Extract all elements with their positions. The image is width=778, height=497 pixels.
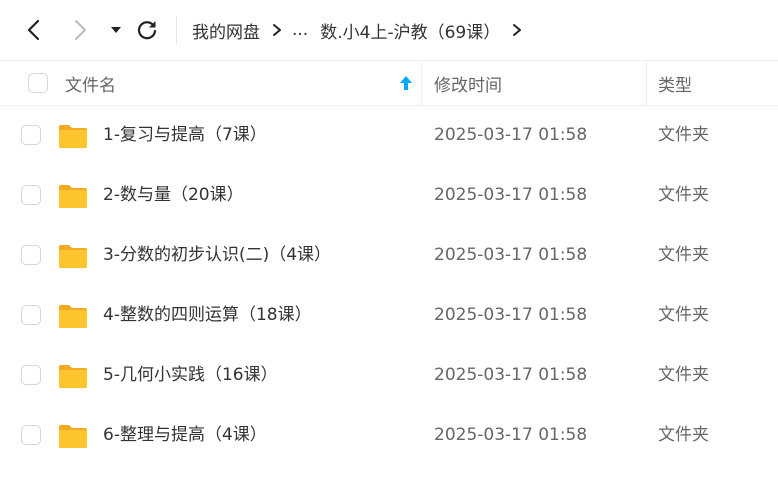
- file-name[interactable]: 2-数与量（20课）: [103, 166, 244, 224]
- column-header-type[interactable]: 类型: [658, 61, 692, 105]
- file-name[interactable]: 3-分数的初步认识(二)（4课）: [103, 226, 331, 284]
- list-header: 文件名 修改时间 类型: [0, 60, 778, 106]
- file-name[interactable]: 6-整理与提高（4课）: [103, 406, 267, 464]
- row-checkbox[interactable]: [21, 365, 41, 385]
- breadcrumb-ellipsis[interactable]: ...: [292, 20, 308, 40]
- list-item[interactable]: 2-数与量（20课） 2025-03-17 01:58 文件夹: [0, 166, 778, 226]
- list-item[interactable]: 5-几何小实践（16课） 2025-03-17 01:58 文件夹: [0, 346, 778, 406]
- refresh-button[interactable]: [132, 16, 162, 44]
- row-checkbox[interactable]: [21, 125, 41, 145]
- file-type: 文件夹: [658, 125, 709, 145]
- row-checkbox[interactable]: [21, 185, 41, 205]
- list-item[interactable]: 4-整数的四则运算（18课） 2025-03-17 01:58 文件夹: [0, 286, 778, 346]
- breadcrumb: 我的网盘 ... 数.小4上-沪教（69课）: [192, 16, 532, 44]
- folder-icon: [59, 245, 87, 268]
- column-header-name[interactable]: 文件名: [65, 61, 116, 105]
- sort-up-arrow-icon[interactable]: [398, 74, 414, 92]
- file-browser: 我的网盘 ... 数.小4上-沪教（69课） 文件名 修改时间 类型 1-复习与…: [0, 0, 778, 497]
- file-type: 文件夹: [658, 425, 709, 445]
- file-type: 文件夹: [658, 305, 709, 325]
- forward-button[interactable]: [68, 16, 92, 44]
- file-modified: 2025-03-17 01:58: [434, 425, 588, 445]
- breadcrumb-more-icon[interactable]: [512, 23, 522, 37]
- breadcrumb-root[interactable]: 我的网盘: [192, 18, 260, 43]
- select-all-checkbox[interactable]: [28, 73, 48, 93]
- chevron-left-icon: [27, 19, 40, 41]
- column-header-modified[interactable]: 修改时间: [434, 61, 502, 105]
- breadcrumb-separator-icon: [272, 23, 282, 37]
- list-item[interactable]: 3-分数的初步认识(二)（4课） 2025-03-17 01:58 文件夹: [0, 226, 778, 286]
- file-modified: 2025-03-17 01:58: [434, 185, 588, 205]
- folder-icon: [59, 425, 87, 448]
- file-name[interactable]: 5-几何小实践（16课）: [103, 346, 278, 404]
- back-button[interactable]: [22, 16, 46, 44]
- row-checkbox[interactable]: [21, 425, 41, 445]
- file-list: 1-复习与提高（7课） 2025-03-17 01:58 文件夹 2-数与量（2…: [0, 106, 778, 466]
- refresh-icon: [137, 21, 157, 40]
- list-item[interactable]: 1-复习与提高（7课） 2025-03-17 01:58 文件夹: [0, 106, 778, 166]
- row-checkbox[interactable]: [21, 305, 41, 325]
- file-name[interactable]: 4-整数的四则运算（18课）: [103, 286, 312, 344]
- file-name[interactable]: 1-复习与提高（7课）: [103, 106, 267, 164]
- row-checkbox[interactable]: [21, 245, 41, 265]
- column-divider[interactable]: [421, 61, 422, 105]
- folder-icon: [59, 305, 87, 328]
- list-item[interactable]: 6-整理与提高（4课） 2025-03-17 01:58 文件夹: [0, 406, 778, 466]
- caret-down-icon: [111, 27, 121, 33]
- file-modified: 2025-03-17 01:58: [434, 365, 588, 385]
- folder-icon: [59, 185, 87, 208]
- folder-icon: [59, 365, 87, 388]
- file-type: 文件夹: [658, 245, 709, 265]
- history-dropdown-button[interactable]: [106, 16, 126, 44]
- toolbar-divider: [176, 16, 177, 44]
- breadcrumb-current[interactable]: 数.小4上-沪教（69课）: [320, 18, 500, 43]
- file-modified: 2025-03-17 01:58: [434, 245, 588, 265]
- column-divider[interactable]: [646, 61, 647, 105]
- toolbar: 我的网盘 ... 数.小4上-沪教（69课）: [0, 0, 778, 60]
- file-modified: 2025-03-17 01:58: [434, 125, 588, 145]
- chevron-right-icon: [75, 20, 86, 40]
- folder-icon: [59, 125, 87, 148]
- file-modified: 2025-03-17 01:58: [434, 305, 588, 325]
- file-type: 文件夹: [658, 365, 709, 385]
- file-type: 文件夹: [658, 185, 709, 205]
